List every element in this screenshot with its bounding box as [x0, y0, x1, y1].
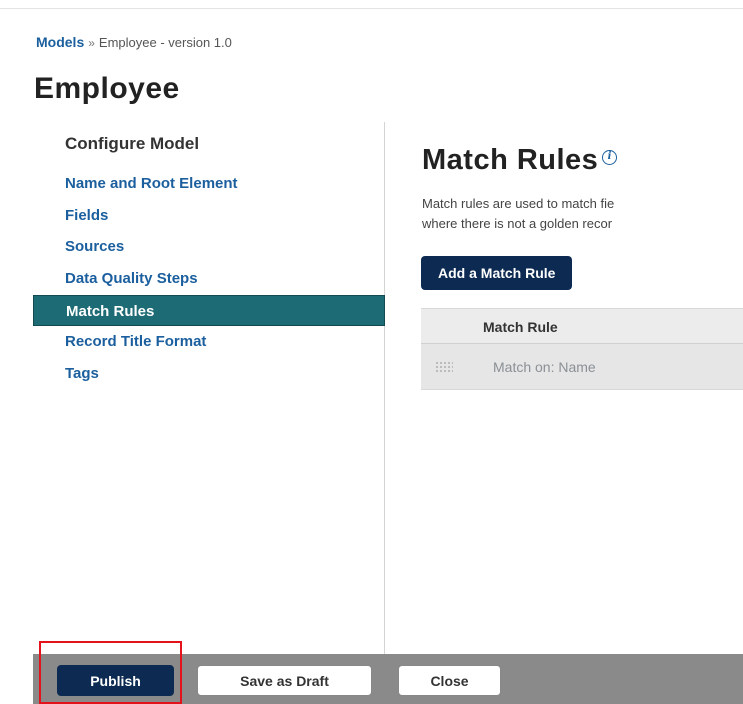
breadcrumb: Models » Employee - version 1.0	[36, 34, 232, 50]
section-description: Match rules are used to match fie where …	[422, 194, 743, 234]
close-button[interactable]: Close	[398, 665, 501, 696]
match-rules-table: Match Rule Match on: Name	[421, 308, 743, 390]
section-title-text: Match Rules	[422, 144, 599, 176]
description-line-1: Match rules are used to match fie	[422, 196, 615, 211]
sidebar-item-tags[interactable]: Tags	[33, 358, 385, 390]
sidebar-item-data-quality-steps[interactable]: Data Quality Steps	[33, 263, 385, 295]
match-rule-label: Match on: Name	[493, 359, 596, 375]
breadcrumb-separator: »	[88, 36, 95, 50]
section-title: Match Rules i	[422, 144, 618, 177]
table-header-match-rule: Match Rule	[421, 308, 743, 344]
info-icon[interactable]: i	[602, 150, 618, 165]
breadcrumb-current: Employee - version 1.0	[98, 35, 232, 50]
sidebar-item-fields[interactable]: Fields	[33, 200, 385, 232]
main-panel: Match Rules i Match rules are used to mat…	[386, 122, 743, 654]
top-divider	[0, 8, 743, 9]
sidebar: Configure Model Name and Root Element Fi…	[33, 122, 385, 654]
table-row[interactable]: Match on: Name	[421, 344, 743, 390]
page: Models » Employee - version 1.0 Employee C…	[0, 0, 743, 704]
sidebar-item-record-title-format[interactable]: Record Title Format	[33, 326, 385, 358]
sidebar-item-name-and-root-element[interactable]: Name and Root Element	[33, 168, 385, 200]
drag-handle-icon[interactable]	[435, 361, 453, 373]
description-line-2: where there is not a golden recor	[422, 216, 613, 231]
page-title: Employee	[34, 72, 180, 105]
publish-button[interactable]: Publish	[57, 665, 174, 696]
content-frame: Configure Model Name and Root Element Fi…	[33, 122, 743, 654]
sidebar-nav: Name and Root Element Fields Sources Dat…	[33, 168, 385, 390]
breadcrumb-models-link[interactable]: Models	[36, 34, 84, 50]
add-match-rule-button[interactable]: Add a Match Rule	[421, 256, 573, 290]
sidebar-heading: Configure Model	[65, 134, 200, 153]
footer-action-bar: Publish Save as Draft Close	[33, 654, 743, 704]
sidebar-item-match-rules[interactable]: Match Rules	[33, 294, 385, 327]
save-as-draft-button[interactable]: Save as Draft	[197, 665, 372, 696]
sidebar-item-sources[interactable]: Sources	[33, 231, 385, 263]
